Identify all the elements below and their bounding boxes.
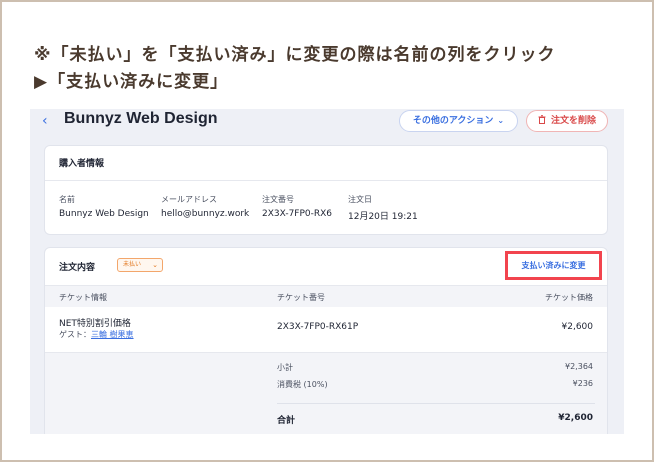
buyer-name-value: Bunnyz Web Design bbox=[59, 209, 149, 219]
more-actions-label: その他のアクション bbox=[412, 116, 494, 126]
table-row: NET特別割引価格 ゲスト：三輪 樹果恵 2X3X-7FP0-RX61P ¥2,… bbox=[45, 307, 607, 351]
payment-status-dropdown[interactable]: 未払い ⌄ bbox=[117, 258, 163, 272]
tax-value: ¥236 bbox=[572, 379, 593, 388]
order-number-label: 注文番号 bbox=[262, 195, 294, 204]
chevron-down-icon: ⌄ bbox=[152, 261, 158, 269]
delete-order-button[interactable]: 注文を削除 bbox=[526, 110, 608, 132]
app-screenshot: ‹ Bunnyz Web Design その他のアクション ⌄ 注文を削除 購入者… bbox=[30, 109, 624, 434]
status-badge: 未払い bbox=[123, 261, 142, 268]
summary-divider bbox=[277, 403, 595, 404]
buyer-info-card: 購入者情報 名前 Bunnyz Web Design メールアドレス hello… bbox=[44, 145, 608, 235]
page-header: ‹ Bunnyz Web Design その他のアクション ⌄ 注文を削除 bbox=[30, 109, 624, 137]
chevron-left-icon[interactable]: ‹ bbox=[42, 113, 48, 129]
buyer-name-label: 名前 bbox=[59, 195, 75, 204]
buyer-email-label: メールアドレス bbox=[161, 195, 217, 204]
buyer-section-title: 購入者情報 bbox=[59, 159, 105, 169]
table-header: チケット情報 チケット番号 チケット価格 bbox=[45, 285, 607, 307]
order-number-value: 2X3X-7FP0-RX6 bbox=[262, 209, 333, 219]
guest-name-link[interactable]: 三輪 樹果恵 bbox=[91, 330, 134, 339]
buyer-divider bbox=[45, 180, 607, 181]
instruction-line-1: ※「未払い」を「支払い済み」に変更の際は名前の列をクリック bbox=[34, 45, 556, 65]
more-actions-button[interactable]: その他のアクション ⌄ bbox=[399, 110, 518, 132]
ticket-name: NET特別割引価格 bbox=[59, 319, 131, 329]
subtotal-value: ¥2,364 bbox=[565, 362, 593, 371]
order-date-value: 12月20日 19:21 bbox=[348, 212, 418, 222]
tax-label: 消費税 (10%) bbox=[277, 380, 328, 389]
column-ticket-price: チケット価格 bbox=[545, 293, 593, 302]
column-ticket-info: チケット情報 bbox=[59, 293, 107, 302]
guest-prefix: ゲスト： bbox=[59, 330, 91, 339]
instruction-text: ※「未払い」を「支払い済み」に変更の際は名前の列をクリック ▶「支払い済みに変更… bbox=[34, 42, 556, 96]
delete-order-label: 注文を削除 bbox=[550, 116, 596, 126]
order-section-title: 注文内容 bbox=[59, 263, 96, 273]
guest-line: ゲスト：三輪 樹果恵 bbox=[59, 329, 134, 340]
page-title: Bunnyz Web Design bbox=[64, 110, 218, 127]
chevron-down-icon: ⌄ bbox=[497, 116, 505, 125]
trash-icon bbox=[538, 115, 546, 124]
order-details-card: 注文内容 未払い ⌄ 支払い済みに変更 チケット情報 チケット番号 チケット価格 … bbox=[44, 247, 608, 434]
order-date-label: 注文日 bbox=[348, 195, 372, 204]
ticket-price: ¥2,600 bbox=[561, 322, 594, 332]
ticket-number: 2X3X-7FP0-RX61P bbox=[277, 322, 359, 332]
buyer-email-value: hello@bunnyz.work bbox=[161, 209, 250, 219]
subtotal-label: 小計 bbox=[277, 363, 293, 372]
column-ticket-number: チケット番号 bbox=[277, 293, 325, 302]
order-summary: 小計 ¥2,364 消費税 (10%) ¥236 合計 ¥2,600 bbox=[45, 352, 607, 434]
total-label: 合計 bbox=[277, 416, 296, 426]
instruction-line-2: ▶「支払い済みに変更」 bbox=[34, 72, 229, 92]
mark-as-paid-button[interactable]: 支払い済みに変更 bbox=[505, 251, 602, 280]
total-value: ¥2,600 bbox=[558, 413, 593, 423]
